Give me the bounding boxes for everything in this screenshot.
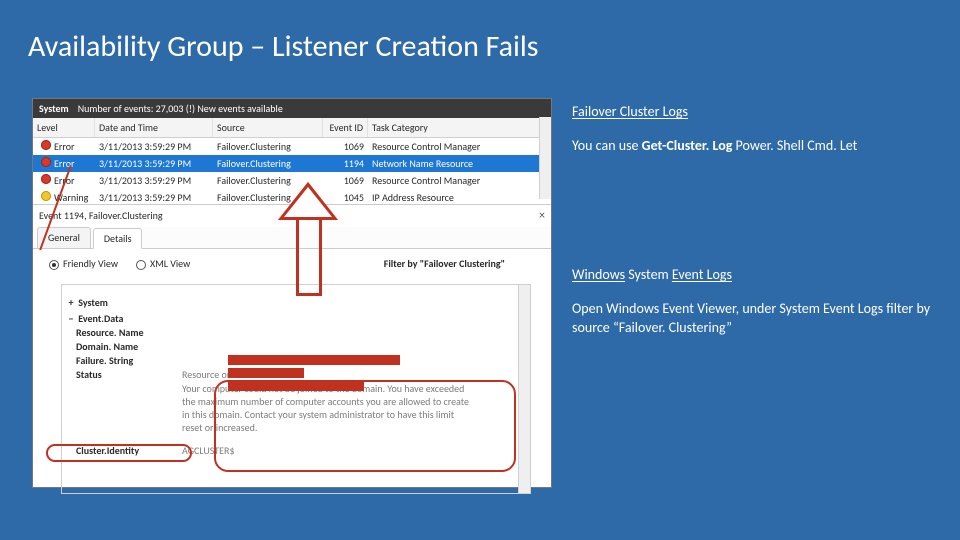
filter-label: Filter by "Failover Clustering"	[384, 257, 505, 270]
section-system[interactable]: + System	[66, 296, 516, 309]
grid-header: Level Date and Time Source Event ID Task…	[33, 118, 551, 138]
tabs: General Details	[33, 227, 551, 249]
col-date[interactable]: Date and Time	[95, 118, 213, 137]
key-spacer	[76, 382, 176, 434]
val-cluster: AGCLUSTER$	[182, 444, 235, 457]
note2-h-a: Windows	[572, 266, 625, 283]
table-row[interactable]: Error3/11/2013 3:59:29 PMFailover.Cluste…	[33, 172, 551, 189]
table-row[interactable]: Error3/11/2013 3:59:29 PMFailover.Cluste…	[33, 155, 551, 172]
detail-scrollbar[interactable]	[518, 285, 530, 493]
xml-label: XML View	[150, 257, 190, 270]
system-label: System	[39, 102, 69, 115]
tab-details[interactable]: Details	[93, 228, 143, 249]
scrollbar[interactable]	[539, 117, 551, 199]
val-status: Resource online	[182, 368, 247, 381]
val-resource	[182, 326, 184, 339]
system-header: System Number of events: 27,003 (!) New …	[33, 99, 551, 118]
key-resource: Resource. Name	[76, 326, 176, 339]
system-section-label: System	[78, 296, 108, 309]
details-pane: + System − Event.Data Resource. Name Dom…	[61, 284, 531, 494]
event-caption: Event 1194, Failover.Clustering ×	[33, 204, 551, 227]
event-viewer-screenshot: System Number of events: 27,003 (!) New …	[32, 98, 552, 488]
note2-h-b: System	[625, 266, 672, 283]
radio-on-icon	[49, 260, 59, 270]
note1-part-c: Power. Shell Cmd. Let	[732, 137, 857, 154]
note2-h-c: Event Logs	[672, 266, 732, 283]
radio-friendly[interactable]: Friendly View	[49, 257, 118, 270]
event-caption-text: Event 1194, Failover.Clustering	[39, 209, 163, 223]
col-source[interactable]: Source	[213, 118, 323, 137]
val-failure	[182, 354, 184, 367]
note-heading-1: Failover Cluster Logs	[572, 102, 932, 122]
table-row[interactable]: Error3/11/2013 3:59:29 PMFailover.Cluste…	[33, 138, 551, 155]
col-level[interactable]: Level	[33, 118, 95, 137]
note-heading-2: Windows System Event Logs	[572, 265, 932, 285]
note1-bold: Get-Cluster. Log	[642, 137, 733, 154]
key-failure: Failure. String	[76, 354, 176, 367]
note-body-2: Open Windows Event Viewer, under System …	[572, 299, 932, 338]
eventdata-section-label: Event.Data	[78, 312, 123, 325]
radio-off-icon	[136, 260, 146, 270]
event-rows: Error3/11/2013 3:59:29 PMFailover.Cluste…	[33, 138, 551, 204]
tab-general[interactable]: General	[37, 227, 91, 248]
section-eventdata[interactable]: − Event.Data	[66, 312, 516, 325]
notes-panel: Failover Cluster Logs You can use Get-Cl…	[572, 102, 932, 388]
col-category[interactable]: Task Category	[368, 118, 551, 137]
col-eventid[interactable]: Event ID	[323, 118, 368, 137]
radio-xml[interactable]: XML View	[136, 257, 190, 270]
event-count: Number of events: 27,003 (!) New events …	[78, 102, 283, 115]
note1-part-a: You can use	[572, 137, 642, 154]
close-icon[interactable]: ×	[539, 209, 545, 223]
key-status: Status	[76, 368, 176, 381]
view-select-row: Friendly View XML View Filter by "Failov…	[33, 249, 551, 278]
table-row[interactable]: Warning3/11/2013 3:59:29 PMFailover.Clus…	[33, 189, 551, 204]
slide-title: Availability Group – Listener Creation F…	[28, 28, 538, 65]
key-domain: Domain. Name	[76, 340, 176, 353]
key-cluster: Cluster.Identity	[76, 444, 176, 457]
val-domain	[182, 340, 184, 353]
failure-message: Your computer could not be joined to the…	[182, 382, 472, 434]
note-body-1: You can use Get-Cluster. Log Power. Shel…	[572, 136, 932, 156]
friendly-label: Friendly View	[63, 257, 118, 270]
